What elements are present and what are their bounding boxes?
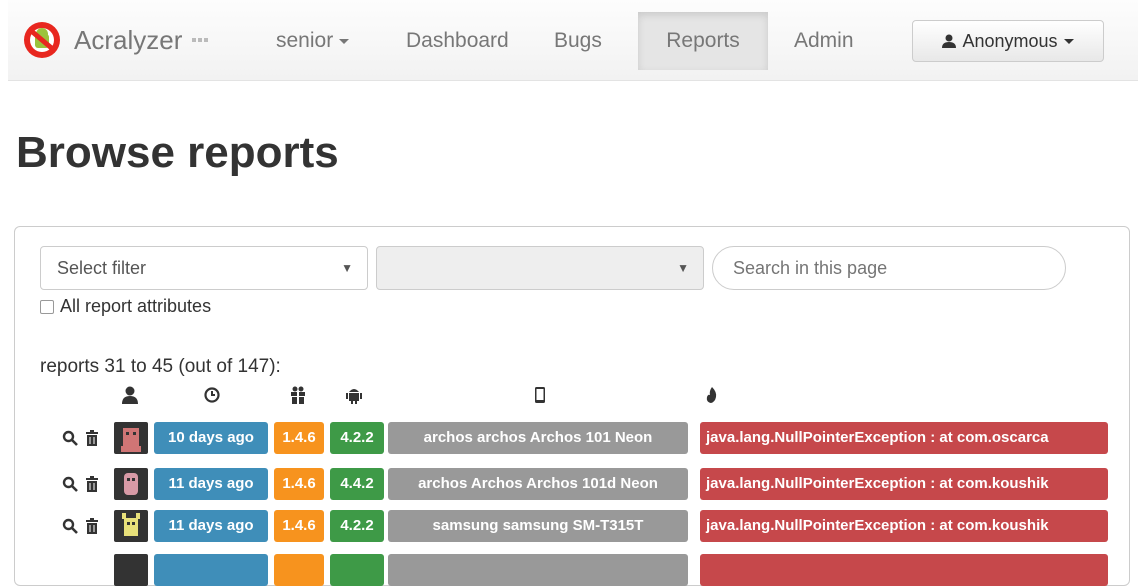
search-icon[interactable] bbox=[62, 430, 78, 446]
nav-reports[interactable]: Reports bbox=[638, 12, 768, 70]
dropdown-arrow-icon: ▼ bbox=[677, 261, 689, 275]
acralyzer-logo-icon bbox=[24, 22, 60, 58]
chevron-down-icon bbox=[1063, 38, 1074, 44]
android-version-badge: 4.2.2 bbox=[330, 422, 384, 454]
dots-icon bbox=[192, 38, 209, 42]
checkbox-box[interactable] bbox=[40, 299, 54, 314]
avatar bbox=[114, 554, 148, 586]
android-version-badge: 4.2.2 bbox=[330, 510, 384, 542]
chevron-down-icon bbox=[339, 38, 350, 44]
report-age-badge: 11 days ago bbox=[154, 510, 268, 542]
all-attributes-label: All report attributes bbox=[60, 296, 212, 316]
search-icon[interactable] bbox=[62, 518, 78, 534]
exception-badge[interactable]: java.lang.NullPointerException : at com.… bbox=[700, 422, 1108, 454]
exception-badge[interactable] bbox=[700, 554, 1108, 586]
user-icon bbox=[122, 386, 138, 404]
nav-bugs[interactable]: Bugs bbox=[540, 12, 616, 70]
trash-icon[interactable] bbox=[84, 430, 100, 446]
android-version-badge bbox=[330, 554, 384, 586]
android-icon bbox=[346, 389, 362, 404]
report-age-badge bbox=[154, 554, 268, 586]
filter-select-label: Select filter bbox=[57, 258, 147, 278]
app-version-badge bbox=[274, 554, 324, 586]
brand[interactable]: Acralyzer bbox=[22, 16, 209, 64]
app-version-badge: 1.4.6 bbox=[274, 510, 324, 542]
user-icon bbox=[942, 34, 957, 48]
android-version-badge: 4.4.2 bbox=[330, 468, 384, 500]
filter-value-select[interactable]: ▼ bbox=[376, 246, 704, 290]
trash-icon[interactable] bbox=[84, 476, 100, 492]
app-version-badge: 1.4.6 bbox=[274, 468, 324, 500]
device-badge: archos archos Archos 101 Neon bbox=[388, 422, 688, 454]
exception-badge[interactable]: java.lang.NullPointerException : at com.… bbox=[700, 468, 1108, 500]
avatar bbox=[114, 510, 148, 542]
app-version-badge: 1.4.6 bbox=[274, 422, 324, 454]
app-selector-label: senior bbox=[276, 29, 334, 52]
report-age-badge: 11 days ago bbox=[154, 468, 268, 500]
exception-badge[interactable]: java.lang.NullPointerException : at com.… bbox=[700, 510, 1108, 542]
device-badge bbox=[388, 554, 688, 586]
phone-icon bbox=[535, 387, 545, 403]
filter-select[interactable]: Select filter ▼ bbox=[40, 246, 368, 290]
dropdown-arrow-icon: ▼ bbox=[341, 261, 353, 275]
user-menu-button[interactable]: Anonymous bbox=[912, 20, 1104, 62]
clock-icon bbox=[204, 387, 220, 403]
gift-icon bbox=[291, 386, 305, 404]
app-selector[interactable]: senior bbox=[262, 12, 363, 70]
user-name: Anonymous bbox=[962, 30, 1058, 51]
all-attributes-checkbox[interactable]: All report attributes bbox=[40, 296, 211, 317]
device-badge: archos Archos Archos 101d Neon bbox=[388, 468, 688, 500]
search-input[interactable] bbox=[712, 246, 1066, 290]
nav-dashboard[interactable]: Dashboard bbox=[392, 12, 523, 70]
fire-icon bbox=[706, 387, 717, 403]
report-count: reports 31 to 45 (out of 147): bbox=[40, 356, 281, 377]
brand-name: Acralyzer bbox=[74, 24, 183, 55]
report-age-badge: 10 days ago bbox=[154, 422, 268, 454]
avatar bbox=[114, 468, 148, 500]
search-icon[interactable] bbox=[62, 476, 78, 492]
trash-icon[interactable] bbox=[84, 518, 100, 534]
device-badge: samsung samsung SM-T315T bbox=[388, 510, 688, 542]
page-title: Browse reports bbox=[16, 128, 339, 177]
nav-admin[interactable]: Admin bbox=[780, 12, 868, 70]
avatar bbox=[114, 422, 148, 454]
